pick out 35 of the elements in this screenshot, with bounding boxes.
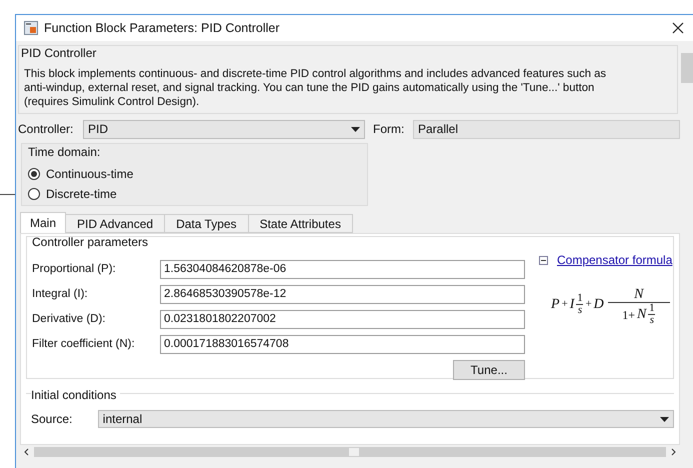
parameter-label: Proportional (P): [32, 262, 117, 277]
block-description: This block implements continuous- and discrete-time PID control algorithms and includes advanced features such as anti-windup, external reset, and signal tracking. You can tune the PID gains automatically using the 'Tune...' button (requires Simulink Control Design). [23, 67, 608, 109]
group-title: Time domain: [28, 144, 102, 161]
window-title: Function Block Parameters: PID Controller [44, 20, 280, 37]
radio-button[interactable] [28, 188, 40, 200]
radio-label: Continuous-time [46, 166, 134, 183]
tab[interactable]: Main [20, 212, 66, 233]
scroll-thumb[interactable] [349, 448, 359, 456]
close-icon[interactable] [672, 22, 684, 34]
tab[interactable]: Data Types [165, 214, 249, 233]
form-label: Form: [373, 121, 406, 138]
source-label: Source: [31, 411, 74, 428]
tab[interactable]: State Attributes [248, 214, 353, 233]
parameter-label: Integral (I): [32, 286, 89, 302]
collapse-toggle[interactable] [539, 256, 548, 264]
controller-dropdown[interactable]: PID [83, 120, 365, 138]
parameter-field[interactable]: 1.56304084620878e-06 [160, 260, 525, 279]
parameter-field[interactable]: 0.0231801802207002 [160, 310, 525, 329]
parameter-field[interactable]: 0.000171883016574708 [160, 335, 525, 354]
parameter-field[interactable]: 2.86468530390578e-12 [160, 285, 525, 304]
dropdown-caret-icon [351, 126, 360, 132]
parameter-label: Derivative (D): [32, 312, 106, 327]
radio-button[interactable] [28, 168, 40, 180]
tune-button[interactable]: Tune... [453, 360, 525, 380]
tab[interactable]: PID Advanced [66, 214, 166, 233]
group-title: Controller parameters [32, 234, 150, 251]
parameter-label: Filter coefficient (N): [32, 336, 136, 352]
controller-label: Controller: [17, 121, 74, 138]
compensator-formula-link[interactable]: Compensator formula [557, 251, 672, 269]
form-field[interactable]: Parallel [413, 120, 680, 138]
source-dropdown[interactable]: internal [98, 410, 674, 428]
block-app-icon [24, 21, 38, 35]
group-title: PID Controller [21, 45, 98, 62]
radio-label: Discrete-time [46, 186, 117, 203]
dropdown-caret-icon [660, 416, 669, 422]
